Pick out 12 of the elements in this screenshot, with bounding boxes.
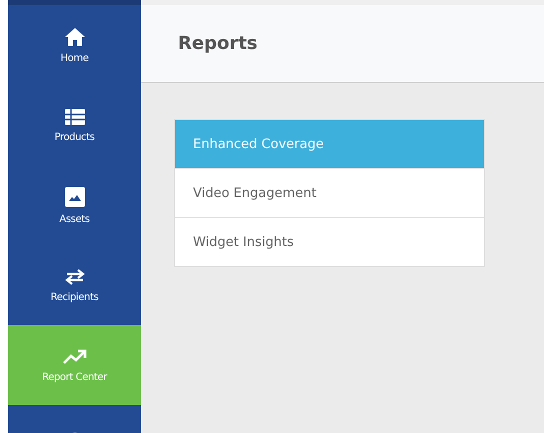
list-icon [64,108,86,126]
page-title: Reports [178,33,258,54]
sidebar-nav-item[interactable]: Products [8,85,141,165]
report-list-item[interactable]: Video Engagement [175,168,484,217]
home-icon [64,26,86,46]
report-list-item[interactable]: Widget Insights [175,217,484,266]
sidebar-nav-item[interactable]: Recipients [8,245,141,325]
sidebar-nav-item[interactable]: Assets [8,165,141,245]
trend-up-icon [62,348,88,366]
swap-arrows-icon [62,268,86,286]
image-icon [64,186,86,208]
sidebar-nav-item[interactable]: Home [8,5,141,85]
